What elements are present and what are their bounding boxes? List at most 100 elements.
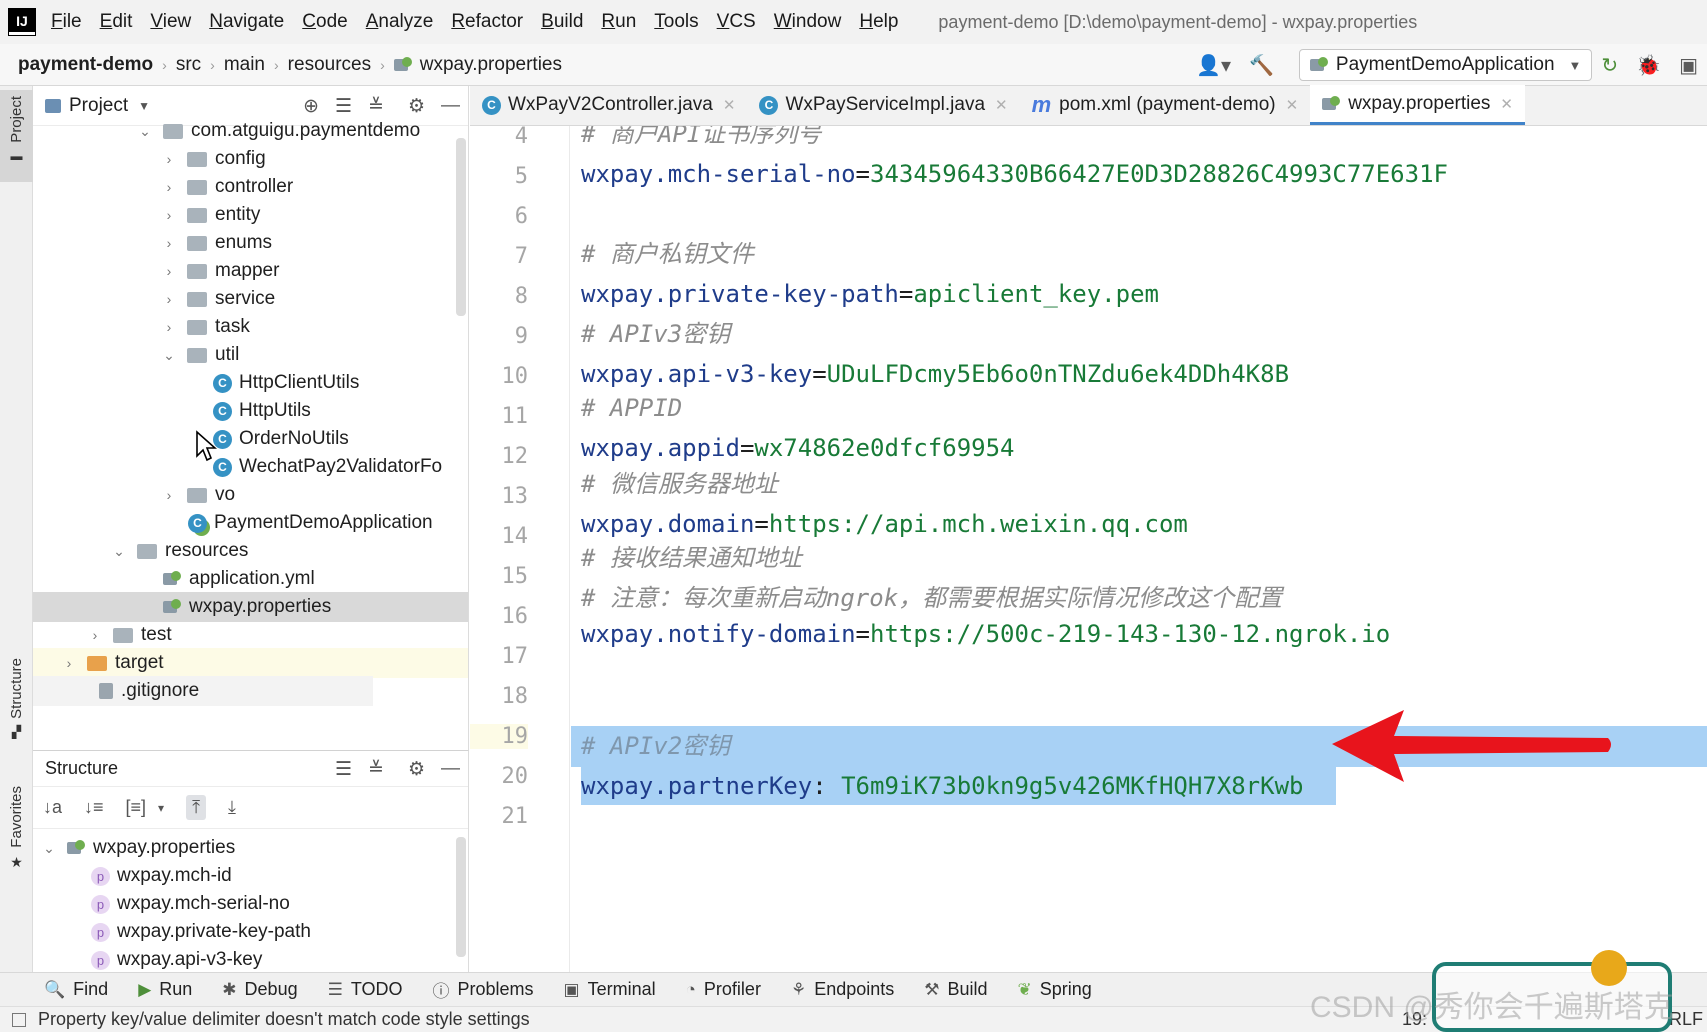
tree-item-wechatpay2validator[interactable]: C WechatPay2ValidatorFo	[33, 452, 468, 482]
problems-tool-button[interactable]: ⓘ Problems	[433, 977, 534, 1002]
expand-all-icon[interactable]: ☰	[335, 758, 352, 781]
build-tool-button[interactable]: ⚒ Build	[924, 979, 987, 1000]
tree-item-paymentdemoapplication[interactable]: C PaymentDemoApplication	[33, 508, 468, 538]
menu-tools[interactable]: Tools	[654, 11, 698, 33]
endpoints-tool-button[interactable]: ⚘ Endpoints	[791, 979, 894, 1000]
tree-item-entity[interactable]: › entity	[33, 200, 468, 230]
chevron-right-icon[interactable]: ›	[161, 487, 177, 503]
menu-build[interactable]: Build	[541, 11, 583, 33]
tree-item-config[interactable]: › config	[33, 144, 468, 174]
tree-item-util[interactable]: ⌄ util	[33, 340, 468, 370]
menu-file[interactable]: File	[51, 11, 82, 33]
structure-item[interactable]: p wxpay.mch-serial-no	[33, 889, 468, 919]
breadcrumb-main[interactable]: main	[224, 54, 265, 76]
chevron-right-icon[interactable]: ›	[161, 207, 177, 223]
locate-file-icon[interactable]: ⊕	[303, 95, 319, 118]
terminal-tool-button[interactable]: ▣ Terminal	[564, 979, 656, 1000]
menu-run[interactable]: Run	[601, 11, 636, 33]
close-icon[interactable]: ✕	[723, 96, 736, 114]
show-fields-icon[interactable]: [≡]	[126, 797, 147, 818]
tree-item-test[interactable]: › test	[33, 620, 468, 650]
chevron-down-icon[interactable]: ⌄	[41, 840, 57, 857]
project-scrollbar[interactable]	[456, 138, 466, 316]
chevron-right-icon[interactable]: ›	[161, 319, 177, 335]
structure-item[interactable]: p wxpay.mch-id	[33, 861, 468, 891]
tree-item-vo[interactable]: › vo	[33, 480, 468, 510]
structure-item[interactable]: p wxpay.api-v3-key	[33, 945, 468, 972]
menu-view[interactable]: View	[150, 11, 191, 33]
profiler-tool-button[interactable]: ◔ Profiler	[686, 979, 761, 1000]
tree-item-httputils[interactable]: C HttpUtils	[33, 396, 468, 426]
find-tool-button[interactable]: 🔍 Find	[44, 979, 108, 1000]
build-hammer-icon[interactable]: 🔨	[1249, 53, 1274, 78]
project-panel-title[interactable]: Project	[69, 95, 128, 117]
chevron-right-icon[interactable]: ›	[87, 627, 103, 643]
user-vcs-icon[interactable]: 👤▾	[1196, 53, 1231, 78]
breadcrumb-resources[interactable]: resources	[288, 54, 371, 76]
breadcrumb-project[interactable]: payment-demo	[18, 54, 153, 76]
debug-icon[interactable]: 🐞	[1636, 53, 1661, 78]
favorites-tool-button[interactable]: Favorites ★	[0, 786, 33, 896]
menu-code[interactable]: Code	[302, 11, 347, 33]
chevron-right-icon[interactable]: ›	[161, 179, 177, 195]
tree-item-httpclientutils[interactable]: C HttpClientUtils	[33, 368, 468, 398]
spring-tool-button[interactable]: ❦ Spring	[1018, 979, 1092, 1000]
chevron-right-icon[interactable]: ›	[161, 263, 177, 279]
breadcrumb-file[interactable]: wxpay.properties	[393, 54, 562, 76]
chevron-down-icon[interactable]: ▼	[138, 99, 150, 113]
tree-item-application-yml[interactable]: application.yml	[33, 564, 468, 594]
run-configuration-select[interactable]: PaymentDemoApplication ▼	[1298, 49, 1593, 81]
menu-help[interactable]: Help	[859, 11, 898, 33]
structure-root[interactable]: ⌄ wxpay.properties	[33, 833, 468, 863]
chevron-down-icon[interactable]: ⌄	[111, 543, 127, 560]
sort-visibility-icon[interactable]: ↓≡	[84, 797, 104, 818]
tree-item-resources[interactable]: ⌄ resources	[33, 536, 468, 566]
run-tool-button[interactable]: ▶ Run	[138, 979, 192, 1000]
menu-edit[interactable]: Edit	[100, 11, 133, 33]
breadcrumb-src[interactable]: src	[176, 54, 201, 76]
expand-all-icon[interactable]: ☰	[335, 95, 352, 118]
close-icon[interactable]: ✕	[1500, 95, 1513, 113]
intellij-logo-icon[interactable]: IJ	[8, 8, 36, 36]
tree-item-task[interactable]: › task	[33, 312, 468, 342]
tree-item-enums[interactable]: › enums	[33, 228, 468, 258]
tree-item-target[interactable]: › target	[33, 648, 468, 678]
gear-icon[interactable]: ⚙	[408, 95, 425, 118]
tree-item-package[interactable]: ⌄ com.atguigu.paymentdemo	[33, 116, 468, 146]
chevron-down-icon[interactable]: ⌄	[161, 347, 177, 364]
coverage-icon[interactable]: ▣	[1679, 53, 1698, 78]
tab-pom-xml[interactable]: m pom.xml (payment-demo) ✕	[1020, 85, 1311, 125]
collapse-all-icon[interactable]: ≚	[368, 95, 384, 118]
tree-item-wxpay-properties[interactable]: wxpay.properties	[33, 592, 468, 622]
tree-item-mapper[interactable]: › mapper	[33, 256, 468, 286]
close-icon[interactable]: ✕	[995, 96, 1008, 114]
autoscroll-from-source-icon[interactable]: ⤓	[228, 797, 236, 818]
gear-icon[interactable]: ⚙	[408, 758, 425, 781]
menu-navigate[interactable]: Navigate	[209, 11, 284, 33]
menu-window[interactable]: Window	[774, 11, 842, 33]
chevron-right-icon[interactable]: ›	[161, 291, 177, 307]
debug-tool-button[interactable]: ✱ Debug	[222, 979, 297, 1000]
line-separator[interactable]: RLF	[1669, 1009, 1703, 1030]
chevron-down-icon[interactable]: ⌄	[137, 123, 153, 140]
collapse-all-icon[interactable]: ≚	[368, 758, 384, 781]
autoscroll-to-source-icon[interactable]: ⤒	[186, 795, 207, 820]
chevron-right-icon[interactable]: ›	[61, 655, 77, 671]
tab-wxpayv2controller[interactable]: C WxPayV2Controller.java ✕	[470, 85, 747, 125]
tree-item-gitignore[interactable]: .gitignore	[33, 676, 373, 706]
sort-alpha-icon[interactable]: ↓a	[43, 797, 62, 818]
menu-vcs[interactable]: VCS	[717, 11, 756, 33]
project-tool-button[interactable]: Project ▬	[0, 90, 33, 182]
tree-item-service[interactable]: › service	[33, 284, 468, 314]
todo-tool-button[interactable]: ☰ TODO	[328, 979, 403, 1000]
chevron-right-icon[interactable]: ›	[161, 235, 177, 251]
structure-item[interactable]: p wxpay.private-key-path	[33, 917, 468, 947]
close-icon[interactable]: ✕	[1286, 96, 1299, 114]
tree-item-controller[interactable]: › controller	[33, 172, 468, 202]
tab-wxpayserviceimpl[interactable]: C WxPayServiceImpl.java ✕	[747, 85, 1019, 125]
tree-item-ordernoutils[interactable]: C OrderNoUtils	[33, 424, 468, 454]
rerun-icon[interactable]: ↻	[1601, 53, 1618, 78]
hide-panel-icon[interactable]: —	[441, 758, 460, 780]
hide-panel-icon[interactable]: —	[441, 95, 460, 117]
status-toggle-icon[interactable]	[12, 1012, 26, 1027]
